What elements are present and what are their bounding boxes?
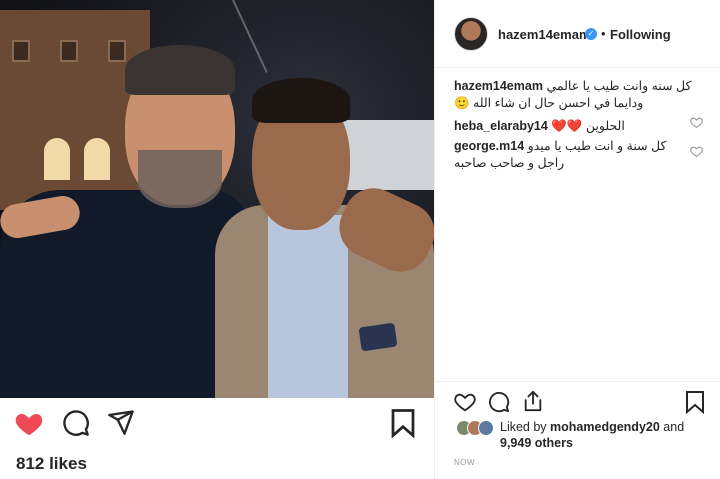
comment-username[interactable]: hazem14emam bbox=[454, 79, 543, 93]
heart-outline-icon[interactable] bbox=[690, 145, 703, 158]
heart-filled-icon[interactable] bbox=[14, 409, 44, 439]
bookmark-icon[interactable] bbox=[685, 390, 705, 414]
person-right-shirt bbox=[268, 215, 348, 398]
header-username[interactable]: hazem14emam bbox=[498, 27, 591, 42]
list-item: heba_elaraby14 الحلوين ❤️❤️ bbox=[454, 118, 694, 135]
person-left-hair bbox=[125, 45, 235, 95]
heart-outline-icon[interactable] bbox=[690, 116, 703, 129]
avatar[interactable] bbox=[454, 17, 488, 51]
heart-outline-icon[interactable] bbox=[454, 391, 476, 413]
liked-by-and: and bbox=[663, 420, 685, 434]
comment-username[interactable]: george.m14 bbox=[454, 139, 524, 153]
boat-mast bbox=[232, 0, 268, 73]
comment-username[interactable]: heba_elaraby14 bbox=[454, 119, 548, 133]
comment-icon[interactable] bbox=[488, 391, 510, 413]
person-left-beard bbox=[138, 150, 222, 208]
verified-badge-icon: ✓ bbox=[585, 28, 597, 40]
likes-count[interactable]: 812 likes bbox=[16, 454, 87, 474]
liked-by-user[interactable]: mohamedgendy20 bbox=[550, 420, 660, 434]
pocket-square bbox=[358, 322, 398, 352]
separator-dot: • bbox=[601, 26, 606, 41]
following-button[interactable]: Following bbox=[610, 27, 671, 42]
liker-avatars[interactable] bbox=[456, 420, 496, 438]
caption-comment: hazem14emam كل سنه وانت طيب يا عالمي ودا… bbox=[454, 78, 694, 112]
timestamp: NOW bbox=[454, 458, 476, 467]
liked-by-prefix: Liked by bbox=[500, 420, 547, 434]
bookmark-icon[interactable] bbox=[390, 408, 416, 438]
liked-by-others[interactable]: 9,949 others bbox=[500, 436, 573, 450]
list-item: george.m14 كل سنة و انت طيب يا ميدو راجل… bbox=[454, 138, 694, 172]
liked-by-text[interactable]: Liked by mohamedgendy20 and 9,949 others bbox=[500, 419, 710, 451]
share-icon[interactable] bbox=[107, 408, 135, 436]
share-icon[interactable] bbox=[522, 389, 544, 413]
comment-icon[interactable] bbox=[62, 409, 90, 437]
person-right-hair bbox=[252, 78, 350, 123]
comment-text: الحلوين ❤️❤️ bbox=[551, 119, 625, 133]
avatar bbox=[478, 420, 494, 436]
post-photo[interactable] bbox=[0, 0, 434, 398]
